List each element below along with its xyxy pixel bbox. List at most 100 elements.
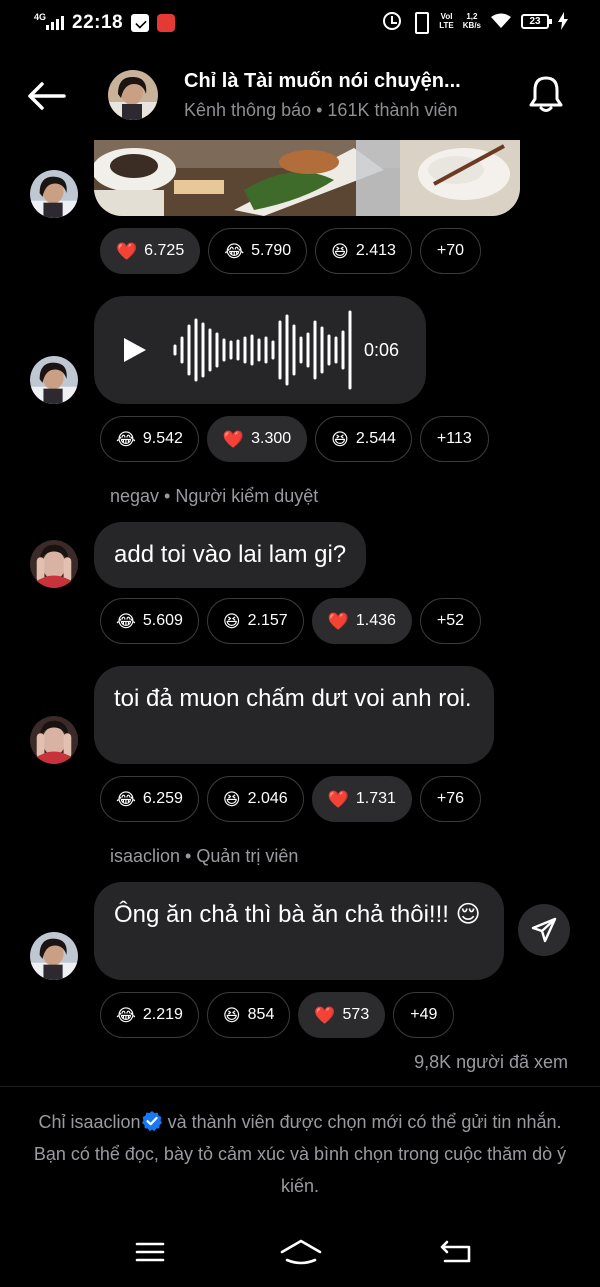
reaction-chip[interactable]: 😂 9.542 <box>100 416 199 462</box>
message-bubble[interactable]: toi đả muon chấm dưt voi anh roi. <box>94 666 494 764</box>
verified-badge-icon <box>141 1111 162 1132</box>
channel-subtitle: Kênh thông báo • 161K thành viên <box>184 100 458 120</box>
notice-prefix: Chỉ isaaclion <box>38 1112 141 1132</box>
battery-level: 23 <box>529 15 541 27</box>
system-back-button[interactable] <box>436 1232 476 1272</box>
food-photo <box>94 140 520 216</box>
sender-name: isaaclion • Quản trị viên <box>110 846 299 866</box>
reaction-chip[interactable]: 😆 2.157 <box>206 598 304 644</box>
network-type: 4G <box>34 12 47 22</box>
send-icon <box>531 917 557 943</box>
reaction-chip[interactable]: 😂 6.259 <box>100 776 199 822</box>
reaction-count: 2.413 <box>355 242 396 259</box>
reaction-count: 2.544 <box>355 430 396 447</box>
reaction-chip[interactable]: 😆 854 <box>206 992 291 1038</box>
reaction-emoji: ❤️ <box>327 789 349 809</box>
more-reactions-chip[interactable]: +113 <box>419 416 489 462</box>
menu-icon <box>135 1242 165 1262</box>
message-bubble[interactable]: Ông ăn chả thì bà ăn chả thôi!!! 😌 <box>94 882 504 980</box>
sender-avatar[interactable] <box>30 932 78 980</box>
channel-title[interactable]: Chỉ là Tài muốn nói chuyện... <box>184 70 461 93</box>
reaction-count: 1.731 <box>355 790 396 807</box>
message-text: Ông ăn chả thì bà ăn chả thôi!!! 😌 <box>114 901 481 928</box>
reaction-chip[interactable]: 😂 5.609 <box>100 598 199 644</box>
voice-message: 0:06 <box>94 296 426 404</box>
reaction-count: 3.300 <box>251 430 292 447</box>
reaction-chip[interactable]: 😆 2.544 <box>315 416 412 462</box>
message-text: toi đả muon chấm dưt voi anh roi. <box>114 685 472 712</box>
reaction-emoji: ❤️ <box>222 429 245 449</box>
notification-bell-button[interactable] <box>522 70 570 118</box>
reaction-count: 1.436 <box>355 612 396 629</box>
reaction-emoji: ❤️ <box>327 611 349 631</box>
photo-message[interactable] <box>94 140 520 216</box>
more-reactions-chip[interactable]: +70 <box>419 228 482 274</box>
reaction-row: ❤️ 6.725 😂 5.790 😆 2.413 +70 <box>100 228 482 274</box>
sender-avatar[interactable] <box>30 356 78 404</box>
reaction-chip[interactable]: ❤️ 1.731 <box>311 776 412 822</box>
audio-duration: 0:06 <box>364 340 400 360</box>
reaction-count: 6.259 <box>142 790 183 807</box>
more-reactions-chip[interactable]: +49 <box>393 992 455 1038</box>
reaction-count: 2.219 <box>142 1006 183 1023</box>
reaction-count: 5.790 <box>251 242 292 259</box>
more-reactions-chip[interactable]: +52 <box>419 598 482 644</box>
bell-icon <box>529 76 563 112</box>
reaction-chip[interactable]: ❤️ 1.436 <box>311 598 412 644</box>
reaction-chip[interactable]: 😆 2.046 <box>206 776 304 822</box>
volte-indicator: VoI LTE <box>439 12 454 30</box>
reaction-count: 854 <box>247 1006 275 1023</box>
reaction-chip[interactable]: ❤️ 573 <box>298 992 386 1038</box>
reaction-count: 573 <box>342 1006 370 1023</box>
wifi-icon <box>491 13 511 28</box>
reaction-emoji: 😆 <box>331 429 349 449</box>
channel-header: Chỉ là Tài muốn nói chuyện... Kênh thông… <box>0 56 600 136</box>
message-text: add toi vào lai lam gi? <box>114 541 347 568</box>
reaction-chip[interactable]: ❤️ 3.300 <box>206 416 308 462</box>
channel-avatar[interactable] <box>108 70 158 120</box>
system-nav-bar <box>0 1222 600 1282</box>
charging-icon <box>558 12 568 30</box>
battery-icon: 23 <box>521 13 552 29</box>
reaction-row: 😂 5.609 😆 2.157 ❤️ 1.436 +52 <box>100 598 482 644</box>
home-icon <box>280 1239 322 1265</box>
notification-app2-icon <box>157 14 176 32</box>
reaction-emoji: 😂 <box>116 1005 136 1025</box>
play-icon[interactable] <box>122 336 148 364</box>
status-time: 22:18 <box>72 12 124 33</box>
reaction-chip[interactable]: 😂 5.790 <box>208 228 308 274</box>
seen-count[interactable]: 9,8K người đã xem <box>414 1052 568 1073</box>
reaction-emoji: ❤️ <box>116 241 138 261</box>
back-arrow-icon <box>28 82 66 110</box>
reaction-emoji: 😂 <box>116 789 136 809</box>
reaction-count: 6.725 <box>144 242 185 259</box>
status-bar: 4G 22:18 VoI LTE 1,2 KB/s 23 <box>0 0 600 46</box>
share-button[interactable] <box>518 904 570 956</box>
reaction-chip[interactable]: 😂 2.219 <box>100 992 199 1038</box>
reaction-chip[interactable]: ❤️ 6.725 <box>100 228 201 274</box>
divider <box>0 1086 600 1087</box>
more-reactions-chip[interactable]: +76 <box>419 776 482 822</box>
reaction-emoji: ❤️ <box>314 1005 336 1025</box>
vibrate-icon <box>410 12 430 34</box>
message-bubble[interactable]: add toi vào lai lam gi? <box>94 522 367 588</box>
reaction-row: 😂 9.542 ❤️ 3.300 😆 2.544 +113 <box>100 416 489 462</box>
reaction-row: 😂 6.259 😆 2.046 ❤️ 1.731 +76 <box>100 776 482 822</box>
recents-button[interactable] <box>130 1232 170 1272</box>
sender-avatar[interactable] <box>30 540 78 588</box>
reaction-emoji: 😆 <box>222 1005 241 1025</box>
back-nav-icon <box>440 1240 471 1263</box>
reaction-emoji: 😆 <box>222 789 241 809</box>
sender-avatar[interactable] <box>30 170 78 218</box>
reaction-chip[interactable]: 😆 2.413 <box>315 228 412 274</box>
reaction-emoji: 😂 <box>224 241 245 261</box>
reaction-row: 😂 2.219 😆 854 ❤️ 573 +49 <box>100 992 455 1038</box>
reaction-count: 2.157 <box>247 612 288 629</box>
sender-avatar[interactable] <box>30 716 78 764</box>
reaction-count: 9.542 <box>142 430 183 447</box>
back-button[interactable] <box>24 74 68 118</box>
reaction-count: 2.046 <box>247 790 288 807</box>
reaction-emoji: 😆 <box>222 611 241 631</box>
reaction-emoji: 😆 <box>331 241 349 261</box>
home-button[interactable] <box>278 1232 324 1272</box>
